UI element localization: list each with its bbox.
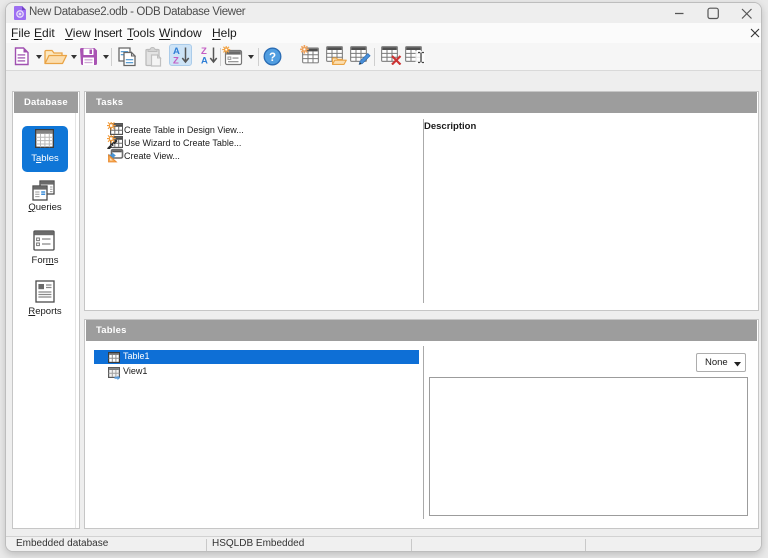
svg-text:A: A: [201, 56, 208, 67]
svg-text:?: ?: [269, 52, 276, 64]
svg-text:Z: Z: [173, 56, 179, 67]
